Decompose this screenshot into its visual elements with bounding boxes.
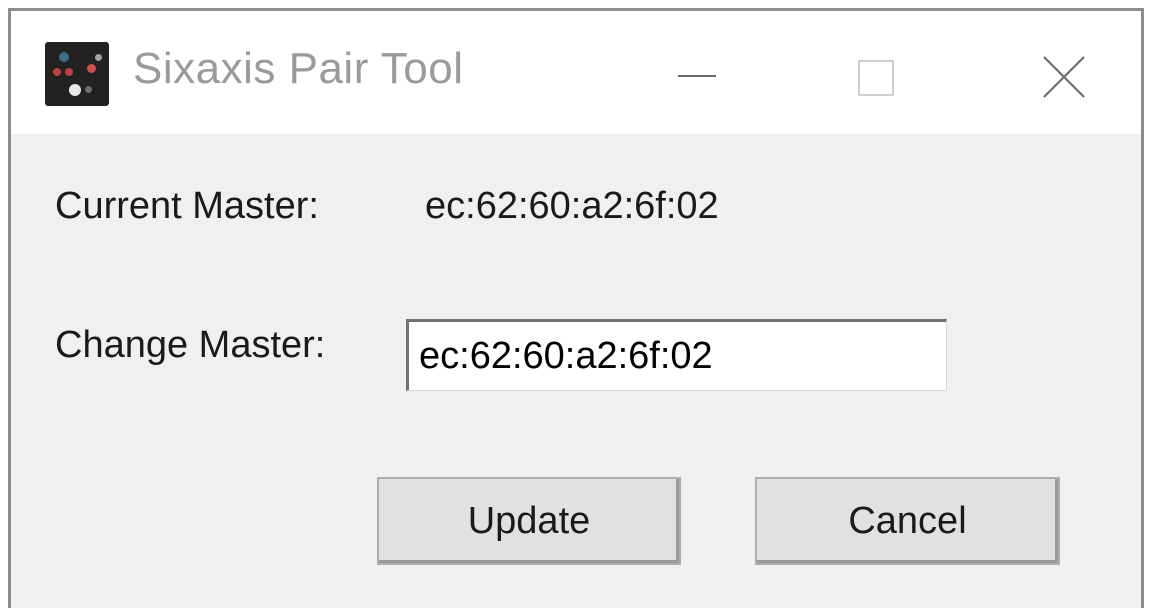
maximize-icon bbox=[858, 60, 894, 96]
dialog-window: Sixaxis Pair Tool Current Master: ec:62:… bbox=[8, 8, 1144, 608]
window-title: Sixaxis Pair Tool bbox=[133, 44, 464, 93]
gamepad-app-icon bbox=[45, 42, 109, 106]
current-master-value: ec:62:60:a2:6f:02 bbox=[425, 185, 719, 227]
update-button[interactable]: Update bbox=[377, 477, 681, 565]
minimize-icon bbox=[678, 75, 716, 77]
change-master-input[interactable] bbox=[406, 319, 947, 391]
minimize-button[interactable] bbox=[661, 33, 751, 113]
cancel-button[interactable]: Cancel bbox=[755, 477, 1060, 565]
maximize-button[interactable] bbox=[841, 33, 931, 113]
change-master-label: Change Master: bbox=[55, 324, 326, 366]
title-bar[interactable]: Sixaxis Pair Tool bbox=[11, 11, 1141, 134]
current-master-label: Current Master: bbox=[55, 185, 319, 227]
close-button[interactable] bbox=[1026, 33, 1116, 113]
close-icon bbox=[1043, 56, 1085, 98]
